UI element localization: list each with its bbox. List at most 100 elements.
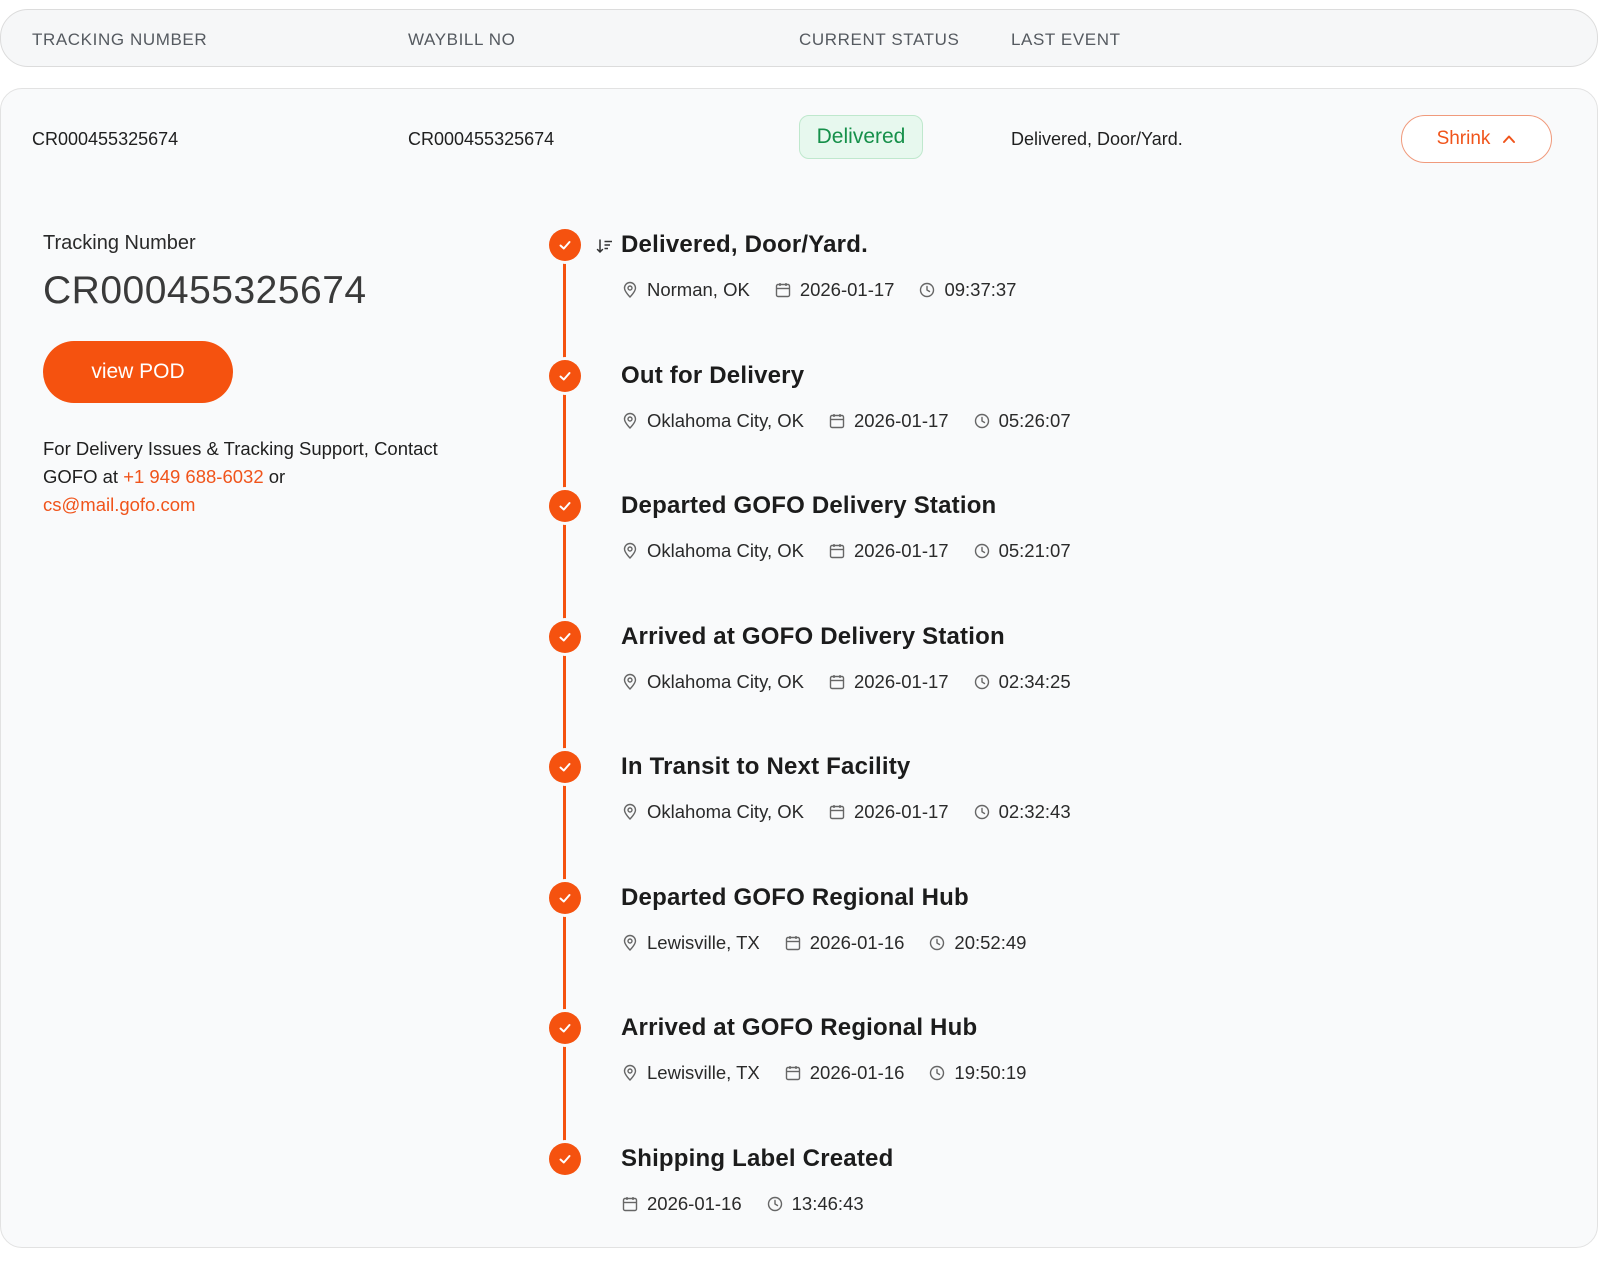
event-title: Delivered, Door/Yard. bbox=[621, 231, 868, 258]
header-waybill-no: WAYBILL NO bbox=[408, 30, 516, 49]
event-title: Departed GOFO Delivery Station bbox=[621, 492, 997, 519]
header-current-status: CURRENT STATUS bbox=[799, 30, 960, 49]
check-icon bbox=[549, 1142, 581, 1175]
event-meta: 2026-01-16 13:46:43 bbox=[621, 1193, 888, 1215]
event-location-text: Lewisville, TX bbox=[647, 1062, 760, 1083]
event-time-text: 02:34:25 bbox=[998, 670, 1071, 692]
clock-icon bbox=[928, 934, 954, 952]
clock-icon bbox=[928, 1064, 954, 1082]
support-text-or: or bbox=[263, 466, 286, 487]
check-icon bbox=[549, 620, 581, 653]
event-location-text: Lewisville, TX bbox=[647, 931, 760, 953]
event-date-text: 2026-01-17 bbox=[853, 540, 949, 561]
event-time-text: 19:50:19 bbox=[954, 1062, 1027, 1083]
timeline-event: Out for Delivery Oklahoma City, OK 2026-01… bbox=[541, 359, 1441, 480]
tracking-card: CR000455325674 CR000455325674 Delivered … bbox=[0, 88, 1598, 1248]
event-date: 2026-01-17 bbox=[774, 279, 895, 301]
header-tracking-number: TRACKING NUMBER bbox=[32, 30, 208, 49]
event-meta: Oklahoma City, OK 2026-01-17 05:26:07 bbox=[621, 410, 1095, 432]
event-meta: Lewisville, TX 2026-01-16 20:52:49 bbox=[621, 932, 1050, 954]
event-date: 2026-01-17 bbox=[828, 671, 949, 693]
event-location-text: Oklahoma City, OK bbox=[647, 540, 804, 561]
event-meta: Oklahoma City, OK 2026-01-17 02:34:25 bbox=[621, 671, 1095, 693]
event-location: Lewisville, TX bbox=[621, 932, 760, 954]
support-text: For Delivery Issues & Tracking Support, … bbox=[43, 435, 463, 519]
shrink-label: Shrink bbox=[1436, 128, 1491, 149]
view-pod-button[interactable]: view POD bbox=[43, 341, 233, 403]
event-date: 2026-01-17 bbox=[828, 801, 949, 823]
event-date-text: 2026-01-16 bbox=[647, 1192, 742, 1214]
map-pin-icon bbox=[621, 412, 647, 430]
calendar-icon bbox=[828, 803, 854, 821]
map-pin-icon bbox=[621, 281, 647, 299]
event-time: 13:46:43 bbox=[766, 1193, 864, 1215]
event-meta: Norman, OK 2026-01-17 09:37:37 bbox=[621, 279, 1040, 301]
calendar-icon bbox=[774, 281, 800, 299]
support-phone-link[interactable]: +1 949 688-6032 bbox=[123, 466, 263, 487]
map-pin-icon bbox=[621, 934, 647, 952]
calendar-icon bbox=[828, 542, 854, 560]
tracking-number-value: CR000455325674 bbox=[43, 269, 367, 312]
clock-icon bbox=[973, 673, 999, 691]
timeline-event: Arrived at GOFO Delivery Station Oklahoma… bbox=[541, 620, 1441, 741]
event-date-text: 2026-01-17 bbox=[853, 670, 949, 692]
event-title: Arrived at GOFO Regional Hub bbox=[621, 1014, 978, 1041]
table-header: TRACKING NUMBER WAYBILL NO CURRENT STATU… bbox=[0, 9, 1598, 67]
calendar-icon bbox=[828, 412, 854, 430]
timeline-event: Departed GOFO Delivery Station Oklahoma C… bbox=[541, 490, 1441, 610]
event-date-text: 2026-01-17 bbox=[799, 279, 895, 300]
clock-icon bbox=[973, 542, 999, 560]
event-date: 2026-01-17 bbox=[828, 540, 949, 562]
event-time-text: 05:21:07 bbox=[998, 540, 1071, 561]
check-icon bbox=[549, 229, 581, 261]
event-time: 02:32:43 bbox=[973, 801, 1071, 823]
event-location: Oklahoma City, OK bbox=[621, 801, 804, 823]
timeline-event: Shipping Label Created 2026-01-16 13:46:43 bbox=[541, 1142, 1441, 1263]
clock-icon bbox=[973, 803, 999, 821]
check-icon bbox=[549, 751, 581, 783]
row-tracking-number: CR000455325674 bbox=[32, 129, 179, 149]
event-date: 2026-01-16 bbox=[784, 1062, 905, 1084]
event-location: Lewisville, TX bbox=[621, 1062, 760, 1084]
event-time: 19:50:19 bbox=[928, 1062, 1026, 1084]
event-date-text: 2026-01-17 bbox=[853, 801, 949, 822]
header-last-event: LAST EVENT bbox=[1011, 30, 1121, 49]
tracking-detail-panel: Tracking Number CR000455325674 view POD … bbox=[43, 232, 463, 519]
map-pin-icon bbox=[621, 1064, 647, 1082]
event-date-text: 2026-01-16 bbox=[809, 1062, 905, 1083]
check-icon bbox=[549, 881, 581, 914]
timeline-event: Departed GOFO Regional Hub Lewisville, TX… bbox=[541, 881, 1441, 1002]
event-location-text: Oklahoma City, OK bbox=[647, 409, 804, 431]
map-pin-icon bbox=[621, 542, 647, 560]
event-time: 02:34:25 bbox=[973, 671, 1071, 693]
event-location-text: Norman, OK bbox=[647, 279, 750, 300]
check-icon bbox=[549, 359, 581, 392]
event-location: Oklahoma City, OK bbox=[621, 410, 804, 432]
event-time: 20:52:49 bbox=[928, 932, 1026, 954]
event-time-text: 02:32:43 bbox=[998, 801, 1071, 822]
timeline-event: Arrived at GOFO Regional Hub Lewisville, … bbox=[541, 1012, 1441, 1132]
event-time-text: 09:37:37 bbox=[944, 279, 1017, 300]
event-meta: Oklahoma City, OK 2026-01-17 05:21:07 bbox=[621, 540, 1095, 562]
map-pin-icon bbox=[621, 673, 647, 691]
timeline-event: Delivered, Door/Yard. Norman, OK 2026-01-1… bbox=[541, 229, 1441, 349]
chevron-up-icon bbox=[1503, 135, 1516, 143]
event-date-text: 2026-01-16 bbox=[809, 931, 905, 953]
event-title: Departed GOFO Regional Hub bbox=[621, 883, 969, 911]
event-title: Arrived at GOFO Delivery Station bbox=[621, 622, 1005, 650]
status-badge: Delivered bbox=[799, 115, 923, 159]
event-location: Norman, OK bbox=[621, 279, 750, 301]
event-time-text: 05:26:07 bbox=[998, 409, 1071, 431]
check-icon bbox=[549, 490, 581, 522]
row-last-event: Delivered, Door/Yard. bbox=[1011, 129, 1183, 149]
sort-icon[interactable] bbox=[596, 237, 614, 255]
event-meta: Lewisville, TX 2026-01-16 19:50:19 bbox=[621, 1062, 1050, 1084]
calendar-icon bbox=[784, 934, 810, 952]
shrink-button[interactable]: Shrink bbox=[1401, 115, 1552, 163]
tracking-number-label: Tracking Number bbox=[43, 232, 196, 254]
support-email-link[interactable]: cs@mail.gofo.com bbox=[43, 494, 195, 515]
event-time-text: 20:52:49 bbox=[954, 931, 1027, 953]
event-date: 2026-01-16 bbox=[784, 931, 905, 954]
event-time: 05:26:07 bbox=[973, 410, 1071, 432]
clock-icon bbox=[766, 1195, 792, 1213]
